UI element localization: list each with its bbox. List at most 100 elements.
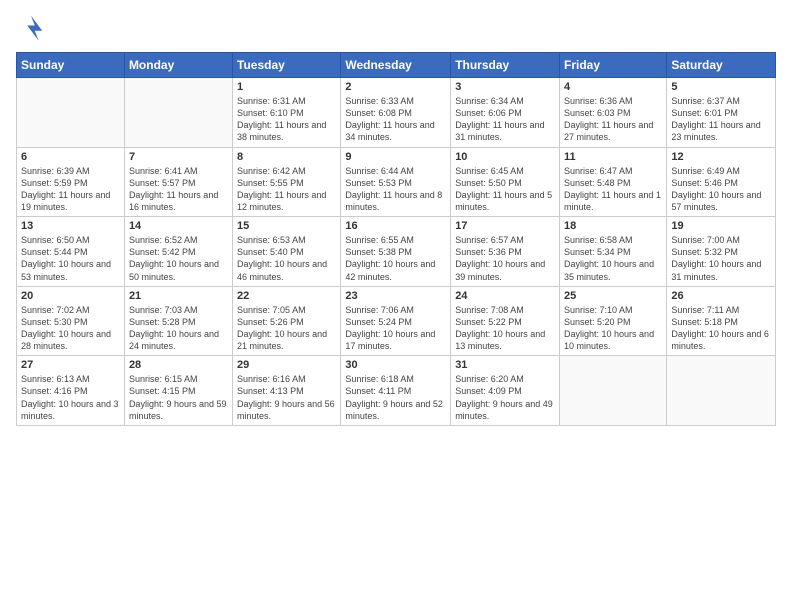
day-number: 12	[671, 151, 771, 163]
calendar-header-tuesday: Tuesday	[233, 53, 341, 78]
logo-icon	[16, 12, 46, 42]
day-number: 30	[345, 359, 446, 371]
day-number: 7	[129, 151, 228, 163]
day-info: Sunrise: 6:36 AM Sunset: 6:03 PM Dayligh…	[564, 95, 662, 144]
calendar-week-0: 1 Sunrise: 6:31 AM Sunset: 6:10 PM Daylig…	[17, 78, 776, 148]
calendar-cell: 7 Sunrise: 6:41 AM Sunset: 5:57 PM Daylig…	[124, 147, 232, 217]
day-number: 14	[129, 220, 228, 232]
day-info: Sunrise: 6:41 AM Sunset: 5:57 PM Dayligh…	[129, 165, 228, 214]
day-number: 6	[21, 151, 120, 163]
calendar-cell: 22 Sunrise: 7:05 AM Sunset: 5:26 PM Dayli…	[233, 286, 341, 356]
day-info: Sunrise: 6:55 AM Sunset: 5:38 PM Dayligh…	[345, 234, 446, 283]
logo	[16, 12, 50, 42]
calendar-header-saturday: Saturday	[667, 53, 776, 78]
day-number: 4	[564, 81, 662, 93]
header	[16, 12, 776, 42]
calendar-cell: 10Sunrise: 6:45 AM Sunset: 5:50 PM Dayli…	[451, 147, 560, 217]
day-info: Sunrise: 6:13 AM Sunset: 4:16 PM Dayligh…	[21, 373, 120, 422]
day-info: Sunrise: 6:34 AM Sunset: 6:06 PM Dayligh…	[455, 95, 555, 144]
day-number: 13	[21, 220, 120, 232]
day-number: 11	[564, 151, 662, 163]
calendar-cell: 19 Sunrise: 7:00 AM Sunset: 5:32 PM Dayli…	[667, 217, 776, 287]
calendar-header-friday: Friday	[560, 53, 667, 78]
calendar-cell: 12 Sunrise: 6:49 AM Sunset: 5:46 PM Dayli…	[667, 147, 776, 217]
day-number: 31	[455, 359, 555, 371]
day-number: 17	[455, 220, 555, 232]
day-number: 1	[237, 81, 336, 93]
calendar-cell: 11 Sunrise: 6:47 AM Sunset: 5:48 PM Dayli…	[560, 147, 667, 217]
calendar-cell: 30 Sunrise: 6:18 AM Sunset: 4:11 PM Dayli…	[341, 356, 451, 426]
day-info: Sunrise: 6:52 AM Sunset: 5:42 PM Dayligh…	[129, 234, 228, 283]
calendar-cell: 2 Sunrise: 6:33 AM Sunset: 6:08 PM Daylig…	[341, 78, 451, 148]
calendar-header-monday: Monday	[124, 53, 232, 78]
day-info: Sunrise: 6:39 AM Sunset: 5:59 PM Dayligh…	[21, 165, 120, 214]
calendar-cell: 27Sunrise: 6:13 AM Sunset: 4:16 PM Dayli…	[17, 356, 125, 426]
day-info: Sunrise: 6:31 AM Sunset: 6:10 PM Dayligh…	[237, 95, 336, 144]
day-info: Sunrise: 7:06 AM Sunset: 5:24 PM Dayligh…	[345, 304, 446, 353]
day-info: Sunrise: 6:18 AM Sunset: 4:11 PM Dayligh…	[345, 373, 446, 422]
day-info: Sunrise: 7:00 AM Sunset: 5:32 PM Dayligh…	[671, 234, 771, 283]
calendar-cell: 8 Sunrise: 6:42 AM Sunset: 5:55 PM Daylig…	[233, 147, 341, 217]
day-info: Sunrise: 6:16 AM Sunset: 4:13 PM Dayligh…	[237, 373, 336, 422]
calendar-cell: 26 Sunrise: 7:11 AM Sunset: 5:18 PM Dayli…	[667, 286, 776, 356]
day-info: Sunrise: 6:58 AM Sunset: 5:34 PM Dayligh…	[564, 234, 662, 283]
calendar-cell: 31 Sunrise: 6:20 AM Sunset: 4:09 PM Dayli…	[451, 356, 560, 426]
day-number: 5	[671, 81, 771, 93]
day-info: Sunrise: 6:42 AM Sunset: 5:55 PM Dayligh…	[237, 165, 336, 214]
calendar-cell: 13 Sunrise: 6:50 AM Sunset: 5:44 PM Dayli…	[17, 217, 125, 287]
day-number: 16	[345, 220, 446, 232]
calendar-cell	[560, 356, 667, 426]
calendar-cell: 1 Sunrise: 6:31 AM Sunset: 6:10 PM Daylig…	[233, 78, 341, 148]
day-number: 15	[237, 220, 336, 232]
day-info: Sunrise: 7:05 AM Sunset: 5:26 PM Dayligh…	[237, 304, 336, 353]
day-number: 24	[455, 290, 555, 302]
day-info: Sunrise: 6:20 AM Sunset: 4:09 PM Dayligh…	[455, 373, 555, 422]
calendar-cell	[667, 356, 776, 426]
day-info: Sunrise: 6:15 AM Sunset: 4:15 PM Dayligh…	[129, 373, 228, 422]
day-info: Sunrise: 6:37 AM Sunset: 6:01 PM Dayligh…	[671, 95, 771, 144]
calendar-cell: 5 Sunrise: 6:37 AM Sunset: 6:01 PM Daylig…	[667, 78, 776, 148]
calendar-header-row: SundayMondayTuesdayWednesdayThursdayFrid…	[17, 53, 776, 78]
day-info: Sunrise: 7:10 AM Sunset: 5:20 PM Dayligh…	[564, 304, 662, 353]
calendar-cell: 28 Sunrise: 6:15 AM Sunset: 4:15 PM Dayli…	[124, 356, 232, 426]
calendar-cell: 21Sunrise: 7:03 AM Sunset: 5:28 PM Dayli…	[124, 286, 232, 356]
day-info: Sunrise: 7:11 AM Sunset: 5:18 PM Dayligh…	[671, 304, 771, 353]
calendar-cell: 15Sunrise: 6:53 AM Sunset: 5:40 PM Dayli…	[233, 217, 341, 287]
day-info: Sunrise: 7:02 AM Sunset: 5:30 PM Dayligh…	[21, 304, 120, 353]
page: SundayMondayTuesdayWednesdayThursdayFrid…	[0, 0, 792, 612]
day-number: 29	[237, 359, 336, 371]
calendar-cell: 3Sunrise: 6:34 AM Sunset: 6:06 PM Daylig…	[451, 78, 560, 148]
calendar-cell	[124, 78, 232, 148]
day-info: Sunrise: 6:33 AM Sunset: 6:08 PM Dayligh…	[345, 95, 446, 144]
day-number: 18	[564, 220, 662, 232]
calendar-cell: 17 Sunrise: 6:57 AM Sunset: 5:36 PM Dayli…	[451, 217, 560, 287]
calendar-week-4: 27Sunrise: 6:13 AM Sunset: 4:16 PM Dayli…	[17, 356, 776, 426]
day-number: 28	[129, 359, 228, 371]
day-number: 2	[345, 81, 446, 93]
calendar-cell: 23 Sunrise: 7:06 AM Sunset: 5:24 PM Dayli…	[341, 286, 451, 356]
day-info: Sunrise: 7:08 AM Sunset: 5:22 PM Dayligh…	[455, 304, 555, 353]
calendar-cell: 24 Sunrise: 7:08 AM Sunset: 5:22 PM Dayli…	[451, 286, 560, 356]
calendar-cell: 4 Sunrise: 6:36 AM Sunset: 6:03 PM Daylig…	[560, 78, 667, 148]
day-number: 23	[345, 290, 446, 302]
day-number: 8	[237, 151, 336, 163]
day-number: 25	[564, 290, 662, 302]
day-number: 9	[345, 151, 446, 163]
day-info: Sunrise: 6:57 AM Sunset: 5:36 PM Dayligh…	[455, 234, 555, 283]
calendar-cell: 29 Sunrise: 6:16 AM Sunset: 4:13 PM Dayli…	[233, 356, 341, 426]
day-info: Sunrise: 7:03 AM Sunset: 5:28 PM Dayligh…	[129, 304, 228, 353]
calendar-cell: 6 Sunrise: 6:39 AM Sunset: 5:59 PM Daylig…	[17, 147, 125, 217]
day-info: Sunrise: 6:49 AM Sunset: 5:46 PM Dayligh…	[671, 165, 771, 214]
calendar-cell: 14 Sunrise: 6:52 AM Sunset: 5:42 PM Dayli…	[124, 217, 232, 287]
calendar-cell: 18 Sunrise: 6:58 AM Sunset: 5:34 PM Dayli…	[560, 217, 667, 287]
day-number: 26	[671, 290, 771, 302]
calendar-cell: 16 Sunrise: 6:55 AM Sunset: 5:38 PM Dayli…	[341, 217, 451, 287]
calendar-week-1: 6 Sunrise: 6:39 AM Sunset: 5:59 PM Daylig…	[17, 147, 776, 217]
day-info: Sunrise: 6:50 AM Sunset: 5:44 PM Dayligh…	[21, 234, 120, 283]
day-number: 19	[671, 220, 771, 232]
day-number: 20	[21, 290, 120, 302]
day-number: 22	[237, 290, 336, 302]
calendar: SundayMondayTuesdayWednesdayThursdayFrid…	[16, 52, 776, 426]
day-number: 10	[455, 151, 555, 163]
day-info: Sunrise: 6:47 AM Sunset: 5:48 PM Dayligh…	[564, 165, 662, 214]
